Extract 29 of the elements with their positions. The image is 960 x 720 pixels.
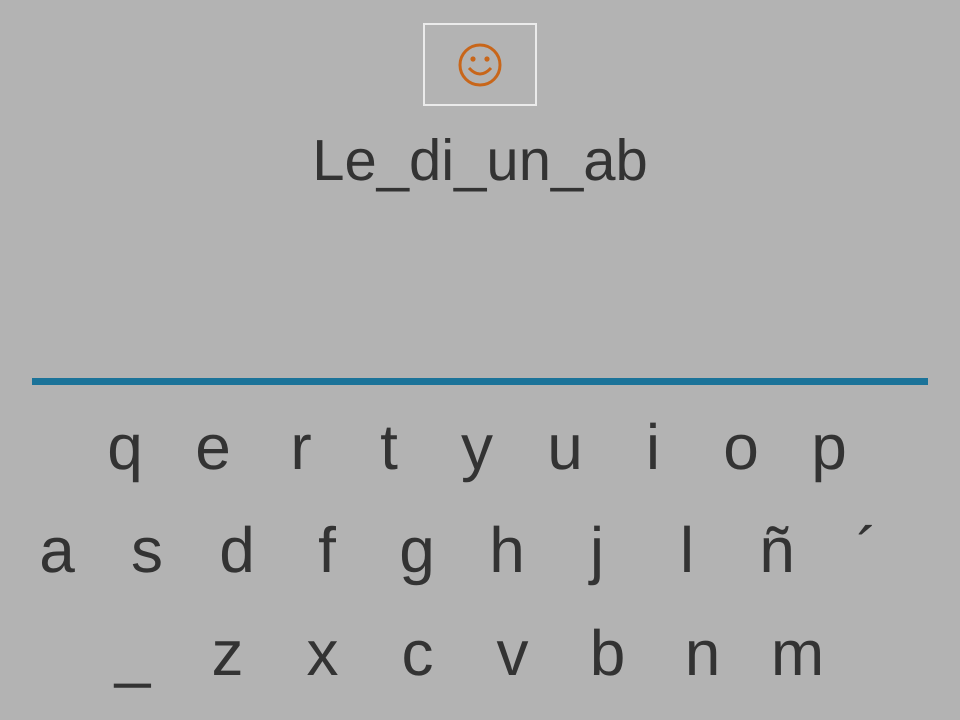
letter-key[interactable]: ´	[837, 508, 897, 592]
letter-key[interactable]: i	[623, 404, 683, 488]
letter-key[interactable]: n	[672, 610, 732, 694]
letter-key[interactable]: e	[183, 404, 243, 488]
letter-key[interactable]: v	[482, 610, 542, 694]
letter-key[interactable]: z	[198, 610, 258, 694]
letter-key[interactable]: b	[578, 610, 638, 694]
letter-key[interactable]: j	[567, 508, 627, 592]
letter-key[interactable]: c	[388, 610, 448, 694]
letter-key[interactable]: x	[292, 610, 352, 694]
letter-key[interactable]: a	[27, 508, 87, 592]
letter-key[interactable]: f	[297, 508, 357, 592]
letter-key[interactable]: t	[359, 404, 419, 488]
letter-key[interactable]: d	[207, 508, 267, 592]
letter-key[interactable]: y	[447, 404, 507, 488]
letter-key[interactable]: ñ	[747, 508, 807, 592]
letter-key[interactable]: g	[387, 508, 447, 592]
letter-key[interactable]: s	[117, 508, 177, 592]
letter-key[interactable]: l	[657, 508, 717, 592]
letter-key[interactable]: h	[477, 508, 537, 592]
letter-key[interactable]: u	[535, 404, 595, 488]
smiley-icon	[457, 42, 503, 88]
letter-key[interactable]: r	[271, 404, 331, 488]
letter-key[interactable]: m	[768, 610, 828, 694]
letter-key[interactable]: q	[95, 404, 155, 488]
letter-key[interactable]: p	[799, 404, 859, 488]
letter-key[interactable]: o	[711, 404, 771, 488]
letter-key[interactable]: _	[102, 610, 162, 694]
word-prompt: Le_di_un_ab	[312, 127, 648, 195]
